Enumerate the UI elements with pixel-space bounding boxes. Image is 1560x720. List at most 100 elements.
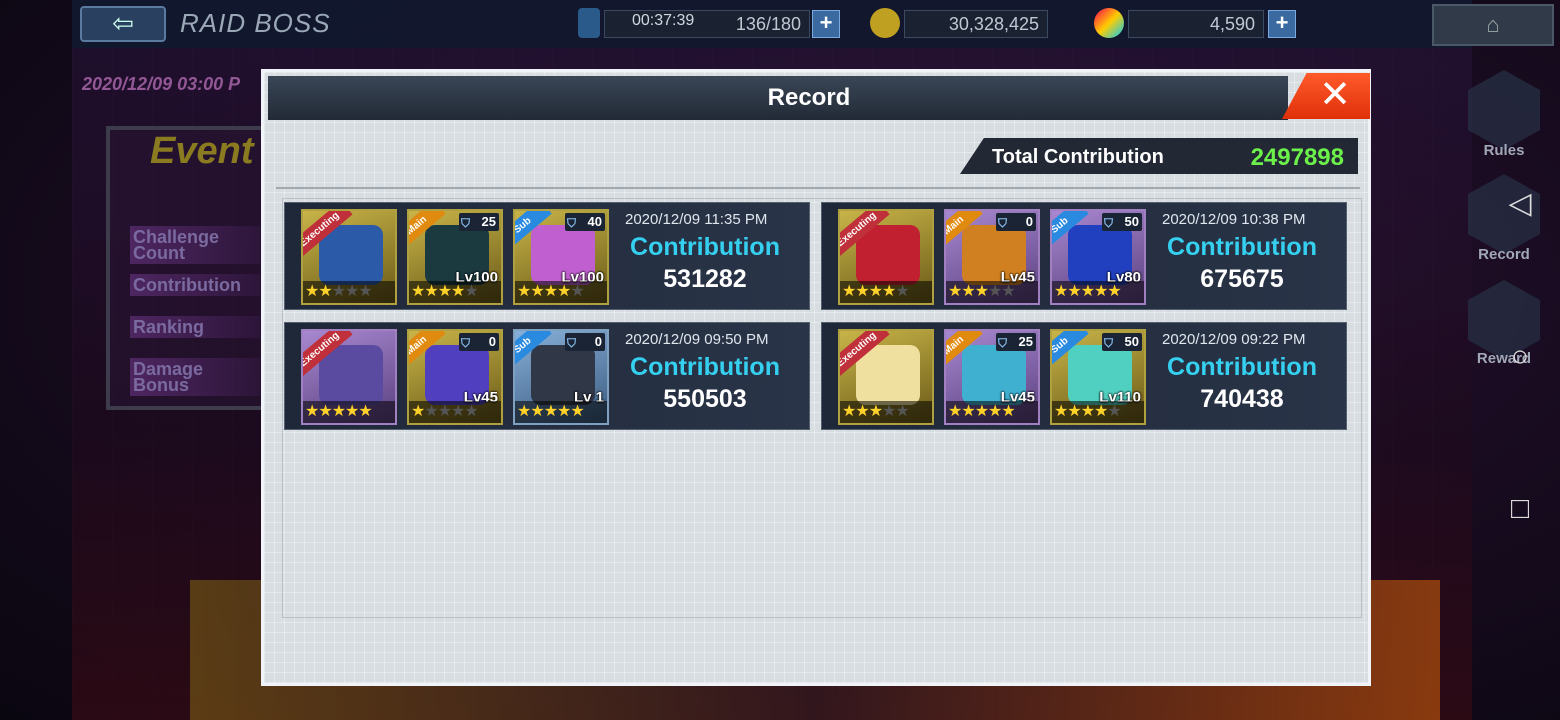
star-icon: ★ — [358, 283, 372, 300]
energy-timer: 00:37:39 — [632, 12, 695, 29]
star-icon: ★ — [437, 403, 452, 420]
star-icon: ★ — [1067, 283, 1081, 300]
event-date: 2020/12/09 03:00 P — [82, 74, 241, 94]
crystal-icon — [1094, 8, 1124, 38]
rank-badge: ⛉ 0 — [996, 213, 1036, 231]
star-rating: ★★★★★ — [1052, 281, 1144, 303]
rank-badge: ⛉ 25 — [459, 213, 499, 231]
total-contribution-label: Total Contribution — [992, 146, 1164, 168]
star-rating: ★★★★★ — [303, 401, 395, 423]
main-weapon-slot: Main ⛉ 25 Lv100 ★★★★★ — [407, 209, 503, 305]
star-icon: ★ — [331, 283, 346, 300]
star-icon: ★ — [948, 403, 962, 420]
damage-bonus-tab[interactable]: Damage Bonus — [130, 358, 260, 396]
star-icon: ★ — [451, 403, 465, 420]
back-arrow-icon: ⇦ — [112, 8, 134, 38]
record-card: Executing ★★★★★ Main ⛉ 0 Lv45 ★★★★★ Sub ⛉ 0 Lv 1 ★★… — [284, 322, 810, 430]
shield-icon: ⛉ — [461, 336, 471, 350]
main-weapon-slot: Main ⛉ 25 Lv45 ★★★★★ — [944, 329, 1040, 425]
challenge-count-tab[interactable]: Challenge Count — [130, 226, 260, 264]
contribution-label: Contribution — [630, 233, 780, 261]
star-icon: ★ — [1107, 283, 1121, 300]
star-icon: ★ — [855, 283, 869, 300]
star-icon: ★ — [345, 283, 359, 300]
shield-icon: ⛉ — [998, 336, 1008, 350]
star-icon: ★ — [948, 283, 962, 300]
ranking-tab[interactable]: Ranking — [130, 316, 260, 338]
star-icon: ★ — [1001, 403, 1015, 420]
event-label: Event — [150, 130, 254, 172]
add-crystal-button[interactable]: + — [1268, 10, 1296, 38]
star-rating: ★★★★★ — [840, 401, 932, 423]
contribution-value: 531282 — [663, 265, 747, 293]
rank-badge: ⛉ 0 — [565, 333, 605, 351]
close-icon: ✕ — [1319, 74, 1351, 116]
star-rating: ★★★★★ — [1052, 401, 1144, 423]
star-icon: ★ — [1054, 403, 1068, 420]
record-label: Record — [1478, 246, 1530, 263]
star-rating: ★★★★★ — [946, 401, 1038, 423]
contribution-value: 550503 — [663, 385, 747, 413]
character-slot: Executing ★★★★★ — [838, 209, 934, 305]
star-icon: ★ — [868, 403, 883, 420]
character-slot: Executing ★★★★★ — [301, 329, 397, 425]
star-icon: ★ — [1080, 283, 1095, 300]
nav-back-icon[interactable]: ◁ — [1500, 186, 1540, 221]
star-icon: ★ — [974, 283, 989, 300]
record-card: Executing ★★★★★ Main ⛉ 25 Lv100 ★★★★★ Sub ⛉ 40 Lv1… — [284, 202, 810, 310]
star-icon: ★ — [1001, 283, 1015, 300]
star-icon: ★ — [855, 403, 869, 420]
shield-icon: ⛉ — [998, 216, 1008, 230]
sub-weapon-slot: Sub ⛉ 40 Lv100 ★★★★★ — [513, 209, 609, 305]
star-icon: ★ — [424, 403, 438, 420]
zenny-icon — [870, 8, 900, 38]
home-icon: ⌂ — [1486, 12, 1500, 37]
star-icon: ★ — [570, 403, 584, 420]
contribution-value: 740438 — [1200, 385, 1284, 413]
character-slot: Executing ★★★★★ — [301, 209, 397, 305]
rank-badge: ⛉ 50 — [1102, 333, 1142, 351]
rules-label: Rules — [1483, 142, 1525, 159]
star-icon: ★ — [557, 403, 571, 420]
zenny-counter: 30,328,425 — [904, 10, 1048, 38]
star-rating: ★★★★★ — [515, 401, 607, 423]
back-button[interactable]: ⇦ — [80, 6, 166, 42]
add-energy-button[interactable]: + — [812, 10, 840, 38]
star-icon: ★ — [961, 283, 975, 300]
star-icon: ★ — [1067, 403, 1081, 420]
star-icon: ★ — [557, 283, 571, 300]
nav-home-icon[interactable]: ○ — [1500, 340, 1540, 374]
shield-icon: ⛉ — [567, 216, 577, 230]
star-icon: ★ — [305, 403, 319, 420]
star-icon: ★ — [988, 283, 1002, 300]
star-icon: ★ — [1054, 283, 1068, 300]
star-icon: ★ — [464, 283, 478, 300]
star-icon: ★ — [424, 283, 438, 300]
main-weapon-slot: Main ⛉ 0 Lv45 ★★★★★ — [407, 329, 503, 425]
star-icon: ★ — [961, 403, 975, 420]
contribution-label: Contribution — [1167, 233, 1317, 261]
home-button[interactable]: ⌂ — [1432, 4, 1554, 46]
nav-recents-icon[interactable]: □ — [1500, 492, 1540, 526]
star-rating: ★★★★★ — [946, 281, 1038, 303]
contribution-label: Contribution — [630, 353, 780, 381]
star-icon: ★ — [988, 403, 1002, 420]
star-rating: ★★★★★ — [409, 281, 501, 303]
record-timestamp: 2020/12/09 11:35 PM — [625, 211, 768, 228]
rules-button[interactable] — [1468, 70, 1540, 150]
record-timestamp: 2020/12/09 09:22 PM — [1162, 331, 1306, 348]
star-rating: ★★★★★ — [409, 401, 501, 423]
star-icon: ★ — [1094, 403, 1108, 420]
rank-badge: ⛉ 0 — [459, 333, 499, 351]
sub-weapon-slot: Sub ⛉ 50 Lv80 ★★★★★ — [1050, 209, 1146, 305]
sub-weapon-slot: Sub ⛉ 50 Lv110 ★★★★★ — [1050, 329, 1146, 425]
star-rating: ★★★★★ — [303, 281, 395, 303]
star-icon: ★ — [543, 283, 558, 300]
contribution-tab[interactable]: Contribution — [130, 274, 260, 296]
rank-badge: ⛉ 40 — [565, 213, 605, 231]
star-icon: ★ — [331, 403, 346, 420]
dialog-title: Record — [767, 84, 851, 111]
star-icon: ★ — [1080, 403, 1095, 420]
star-rating: ★★★★★ — [840, 281, 932, 303]
rank-badge: ⛉ 50 — [1102, 213, 1142, 231]
